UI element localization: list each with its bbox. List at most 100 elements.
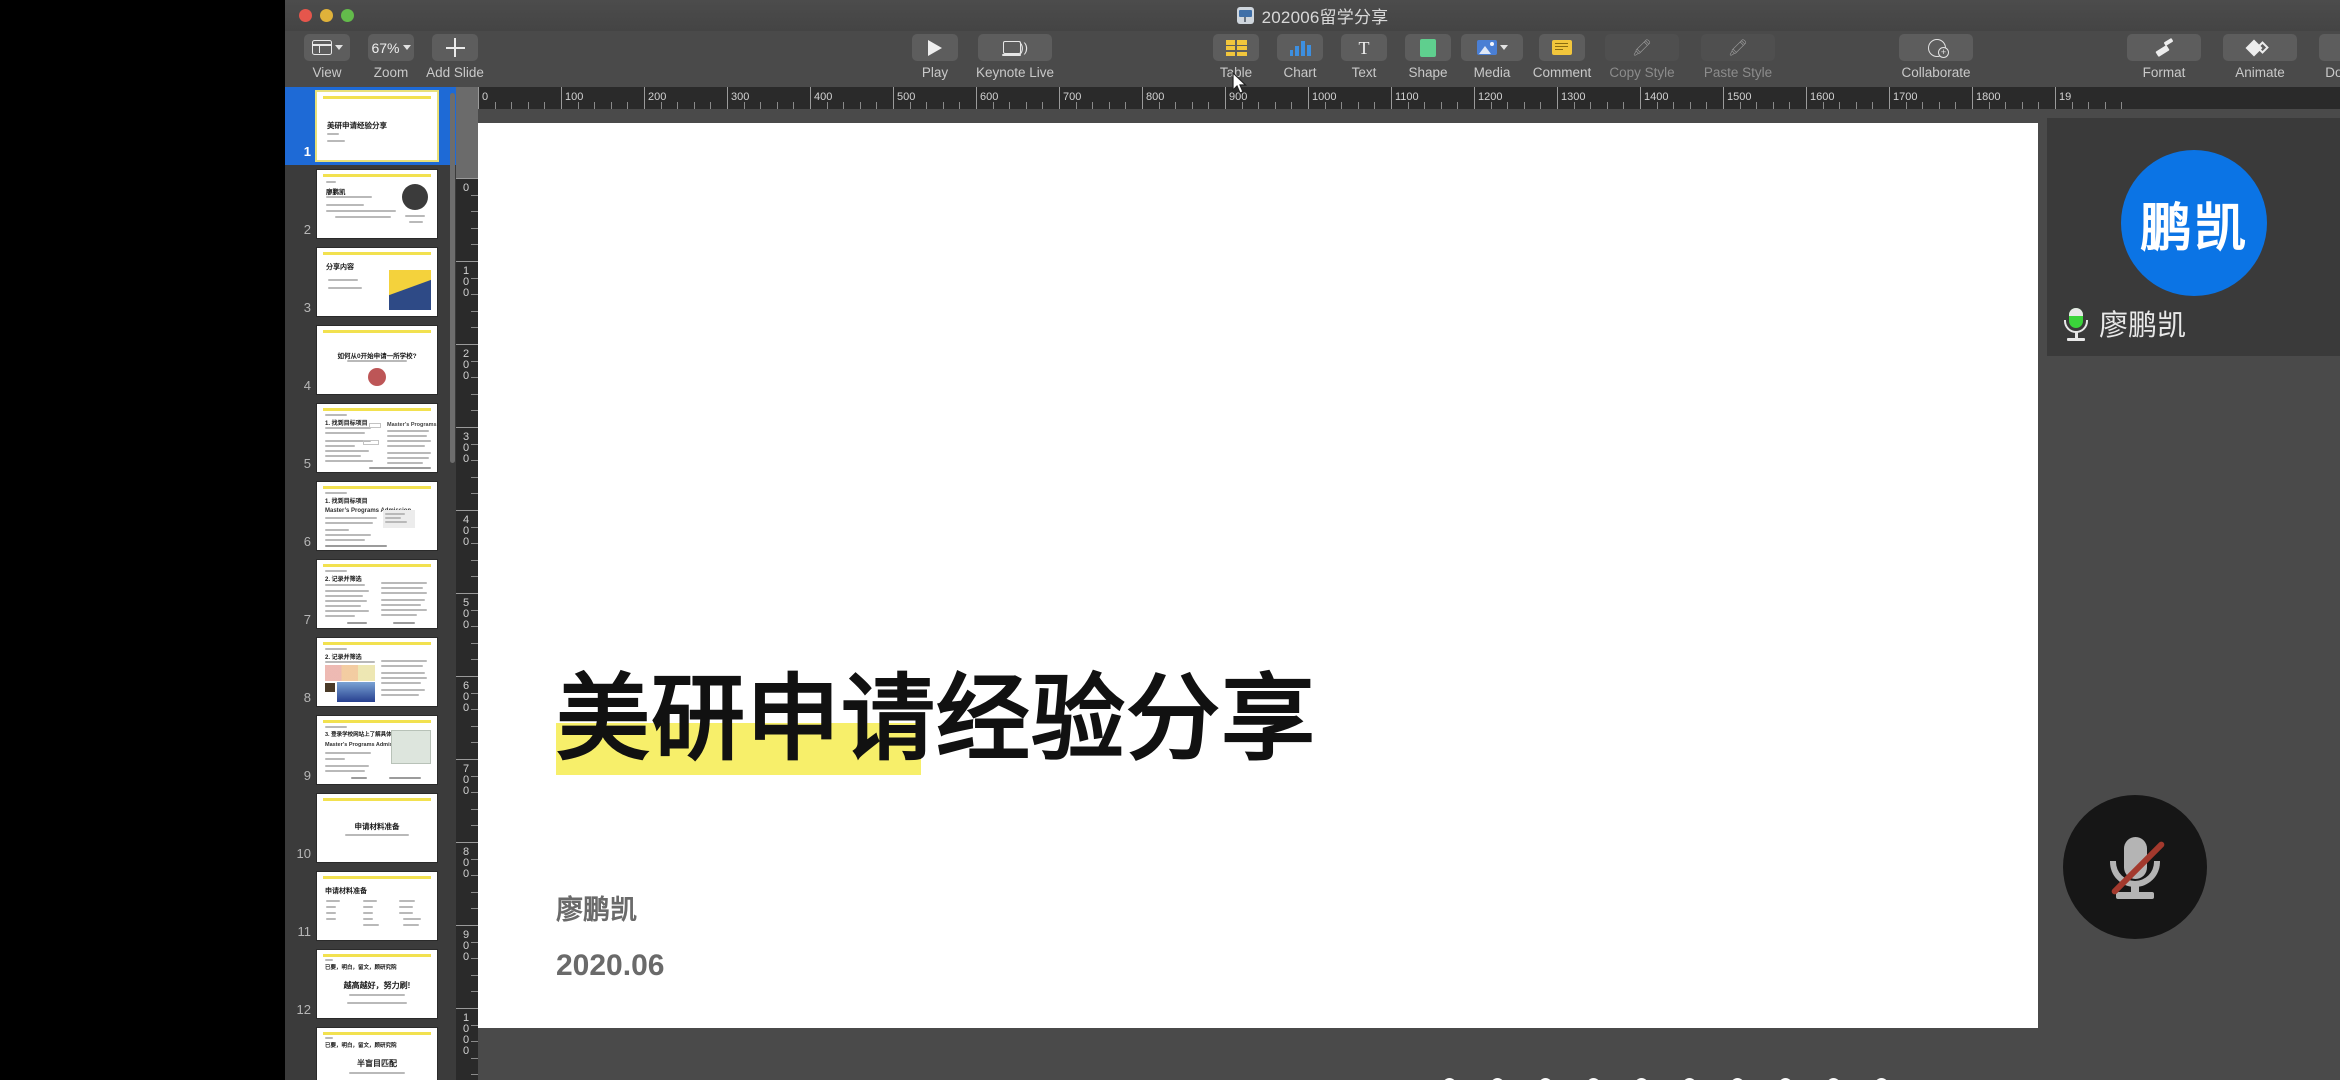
ruler-minor-tick <box>1125 102 1127 109</box>
slide-navigator[interactable]: 1 美研申请经验分享 2 廖鹏凯 3 分享内容 4 如何从0开始申请一所学校? 5 1. 找到目标… <box>285 87 456 1080</box>
toolbar-keynote-live-button[interactable]: )) Keynote Live <box>971 31 1059 87</box>
toolbar-add-slide-button[interactable]: Add Slide <box>426 31 484 87</box>
minimize-window-button[interactable] <box>320 9 333 22</box>
slide-number: 11 <box>297 924 312 939</box>
thumb-text-line <box>381 660 427 662</box>
ruler-minor-tick <box>471 227 478 229</box>
slide-thumbnail[interactable]: 1. 找到目标项目 Master’s Programs Admission <box>317 482 437 550</box>
toolbar-chart-label: Chart <box>1283 65 1317 80</box>
slide-thumbnail-item[interactable]: 6 1. 找到目标项目 Master’s Programs Admission <box>285 477 456 555</box>
ruler-major-tick <box>456 261 478 262</box>
thumb-text-line <box>325 765 369 767</box>
slide-thumbnail-item[interactable]: 2 廖鹏凯 <box>285 165 456 243</box>
thumb-text-line <box>326 906 336 908</box>
video-participant-panel[interactable]: 鹏凯 廖鹏凯 <box>2047 118 2340 356</box>
toolbar-document-label: Document <box>2325 65 2340 80</box>
slide-thumbnail[interactable]: 廖鹏凯 <box>317 170 437 238</box>
toolbar-comment-button[interactable]: Comment <box>1533 31 1591 87</box>
thumb-subtitle: 已要，明白，留文，顾研究院 <box>325 1043 397 1049</box>
slide-number: 7 <box>303 612 311 627</box>
slide-thumbnail-item[interactable]: 4 如何从0开始申请一所学校? <box>285 321 456 399</box>
ruler-major-tick <box>1308 87 1309 109</box>
close-window-button[interactable] <box>299 9 312 22</box>
toolbar-format-label: Format <box>2142 65 2186 80</box>
ruler-minor-tick <box>471 808 478 810</box>
participant-avatar: 鹏凯 <box>2121 150 2267 296</box>
ruler-minor-tick <box>471 908 478 910</box>
toolbar-format-button[interactable]: Format <box>2120 31 2208 87</box>
ruler-minor-tick <box>1938 102 1940 109</box>
slide-thumbnail[interactable]: 3. 登录学校网站上了解具体的申请要求 Master’s Programs Adm… <box>317 716 437 784</box>
toolbar-zoom-button[interactable]: 67% Zoom <box>363 31 419 87</box>
toolbar-play-button[interactable]: Play <box>907 31 963 87</box>
thumb-accent-bar <box>323 330 431 333</box>
ruler-minor-tick <box>660 102 662 109</box>
toolbar-left-group: View 67% Zoom Add Slide <box>299 31 484 87</box>
ruler-minor-tick <box>1822 102 1824 109</box>
thumb-text-line <box>387 452 431 454</box>
slide-thumbnail-item[interactable]: 12 已要，明白，留文，顾研究院 越高越好，努力刷! <box>285 945 456 1023</box>
slide-thumbnail-item[interactable]: 3 分享内容 <box>285 243 456 321</box>
toolbar-collaborate-button[interactable]: + Collaborate <box>1892 31 1980 87</box>
ruler-minor-tick <box>1241 102 1243 109</box>
ruler-minor-tick <box>2071 102 2073 109</box>
toolbar-copy-style-button[interactable]: 🖍 Copy Style <box>1598 31 1686 87</box>
toolbar-chart-button[interactable]: Chart <box>1272 31 1328 87</box>
thumb-text-line <box>327 133 339 135</box>
toolbar-text-label: Text <box>1351 65 1377 80</box>
ruler-minor-tick <box>2121 102 2123 109</box>
toolbar-media-button[interactable]: Media <box>1461 31 1523 87</box>
slide-author-text[interactable]: 廖鹏凯 <box>556 888 637 927</box>
slide-title-text[interactable]: 美研申请经验分享 <box>556 643 1316 779</box>
mute-toggle-button[interactable] <box>2063 795 2207 939</box>
traffic-lights[interactable] <box>299 9 354 22</box>
slide-canvas[interactable]: 美研申请经验分享 廖鹏凯 2020.06 <box>478 123 2038 1080</box>
toolbar-text-button[interactable]: T Text <box>1336 31 1392 87</box>
toolbar-view-button[interactable]: View <box>299 31 355 87</box>
ruler-minor-tick <box>471 659 478 661</box>
horizontal-ruler[interactable]: 0 100 200 300 400 500 600 700 800 900 1000 1100 1200… <box>456 87 2340 109</box>
slide-thumbnail[interactable]: 已要，明白，留文，顾研究院 越高越好，努力刷! <box>317 950 437 1018</box>
slide-thumbnail-item[interactable]: 13已要，明白，留文，顾研究院半盲目匹配 <box>285 1023 456 1080</box>
toolbar-document-button[interactable]: Document <box>2312 31 2340 87</box>
thumb-text-line <box>325 661 375 663</box>
slide-thumbnail[interactable]: 2. 记录并筛选 <box>317 638 437 706</box>
slide-thumbnail[interactable]: 申请材料准备 <box>317 794 437 862</box>
thumb-text-line <box>326 918 336 920</box>
slide-thumbnail[interactable]: 已要，明白，留文，顾研究院 半盲目匹配 <box>317 1028 437 1080</box>
ruler-minor-tick <box>1789 102 1791 109</box>
ruler-minor-tick <box>1191 102 1193 109</box>
ruler-label: 300 <box>460 431 472 464</box>
slide-number: 4 <box>303 378 311 393</box>
ruler-minor-tick <box>2088 102 2090 109</box>
slide-thumbnail-item[interactable]: 11 申请材料准备 <box>285 867 456 945</box>
slide-thumbnail[interactable]: 2. 记录并筛选 <box>317 560 437 628</box>
slide-thumbnail[interactable]: 美研申请经验分享 <box>317 92 437 160</box>
slide-thumbnail-item[interactable]: 10 申请材料准备 <box>285 789 456 867</box>
thumb-text-line <box>347 622 367 624</box>
slide-thumbnail[interactable]: 申请材料准备 <box>317 872 437 940</box>
ruler-major-tick <box>1391 87 1392 109</box>
slide-thumbnail-item[interactable]: 8 2. 记录并筛选 <box>285 633 456 711</box>
ruler-minor-tick <box>1540 102 1542 109</box>
toolbar-paste-style-button[interactable]: 🖍 Paste Style <box>1694 31 1782 87</box>
slide-thumbnail[interactable]: 1. 找到目标项目 Master’s Programs <box>317 404 437 472</box>
slide-thumbnail[interactable]: 分享内容 <box>317 248 437 316</box>
toolbar-animate-button[interactable]: Animate <box>2216 31 2304 87</box>
slide-thumbnail[interactable]: 如何从0开始申请一所学校? <box>317 326 437 394</box>
thumb-subtitle: 已要，明白，留文，顾研究院 <box>325 965 397 971</box>
toolbar-insert-group: Table Chart T Text Shape Media Comment 🖍… <box>1208 31 1782 87</box>
slide-thumbnail-item[interactable]: 5 1. 找到目标项目 Master’s Programs <box>285 399 456 477</box>
thumb-text-line <box>399 900 415 902</box>
thumb-text-line <box>325 590 369 592</box>
slide-thumbnail-item[interactable]: 1 美研申请经验分享 <box>285 87 456 165</box>
ruler-minor-tick <box>1208 102 1210 109</box>
vertical-ruler[interactable]: 00100200300400500600700800900100011 <box>456 109 478 1080</box>
maximize-window-button[interactable] <box>341 9 354 22</box>
navigator-scrollbar[interactable] <box>450 93 455 463</box>
slide-thumbnail-item[interactable]: 7 2. 记录并筛选 <box>285 555 456 633</box>
thumb-text-line <box>385 517 401 519</box>
slide-date-text[interactable]: 2020.06 <box>556 949 664 983</box>
slide-thumbnail-item[interactable]: 9 3. 登录学校网站上了解具体的申请要求 Master’s Programs Ad… <box>285 711 456 789</box>
toolbar-shape-button[interactable]: Shape <box>1400 31 1456 87</box>
